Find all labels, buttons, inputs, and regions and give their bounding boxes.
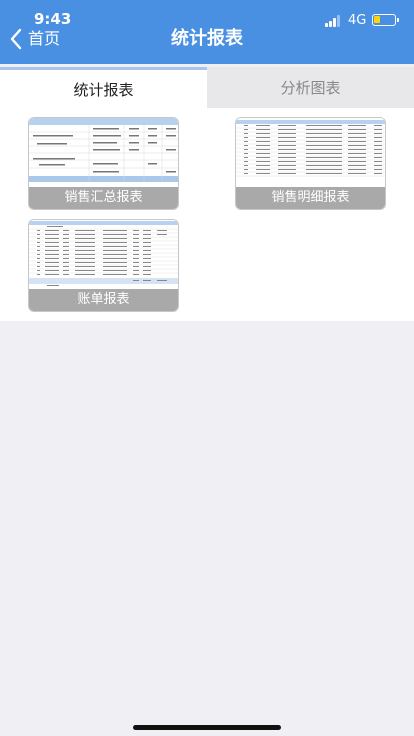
report-card-bill[interactable]: 账单报表 bbox=[28, 219, 179, 312]
home-indicator[interactable] bbox=[133, 725, 281, 730]
cellular-signal-icon bbox=[325, 15, 343, 27]
sales-detail-thumbnail bbox=[236, 118, 385, 189]
page-title: 统计报表 bbox=[171, 28, 243, 49]
tab-statistics-reports[interactable]: 统计报表 bbox=[0, 67, 207, 108]
report-grid: 销售汇总报表 销售明细报表 账单报表 bbox=[0, 108, 414, 321]
report-card-sales-summary[interactable]: 销售汇总报表 bbox=[28, 117, 179, 210]
sales-summary-thumbnail bbox=[29, 118, 178, 189]
status-bar: 9:43 4G bbox=[0, 0, 414, 28]
sales-detail-label: 销售明细报表 bbox=[236, 187, 385, 209]
navigation-bar: 9:43 4G 首页 统计报表 bbox=[0, 0, 414, 64]
tab-analysis-charts[interactable]: 分析图表 bbox=[207, 67, 414, 108]
bill-label: 账单报表 bbox=[29, 289, 178, 311]
bill-thumbnail bbox=[29, 220, 178, 291]
battery-icon bbox=[372, 14, 399, 26]
tab-bar: 统计报表 分析图表 bbox=[0, 67, 414, 108]
sales-summary-label: 销售汇总报表 bbox=[29, 187, 178, 209]
report-card-sales-detail[interactable]: 销售明细报表 bbox=[235, 117, 386, 210]
